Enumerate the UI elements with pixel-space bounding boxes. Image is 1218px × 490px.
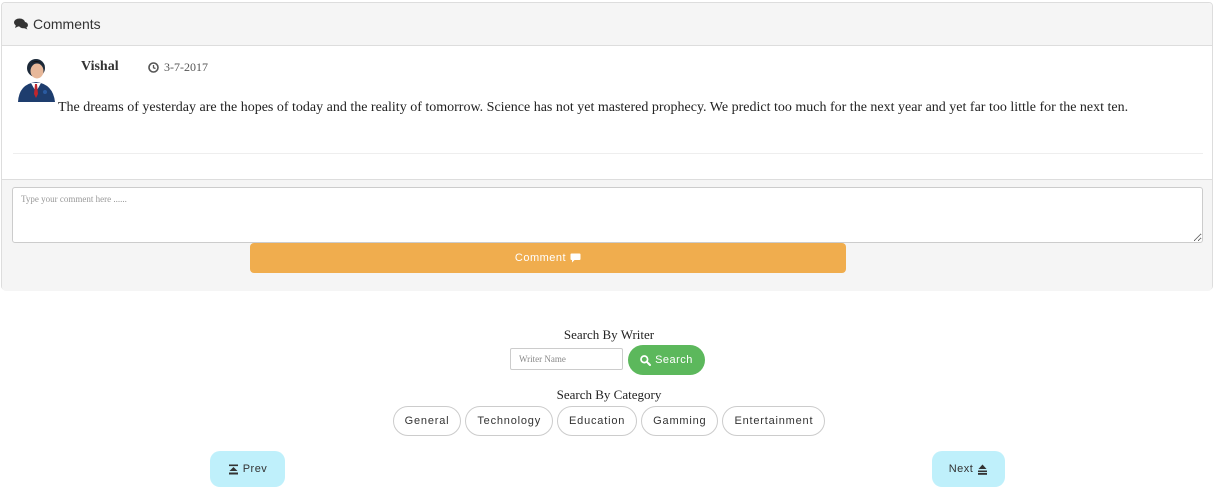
category-education[interactable]: Education <box>557 406 638 436</box>
panel-title: Comments <box>33 16 101 32</box>
writer-name-input[interactable] <box>510 348 623 370</box>
category-gamming[interactable]: Gamming <box>641 406 719 436</box>
search-icon <box>640 354 652 366</box>
category-general[interactable]: General <box>392 406 462 436</box>
comment-textarea[interactable] <box>12 187 1203 243</box>
avatar <box>18 59 55 102</box>
search-category-title: Search By Category <box>556 387 662 402</box>
comments-icon <box>14 18 28 30</box>
comment-author: Vishal <box>81 59 119 74</box>
comment-icon <box>570 253 581 263</box>
comment-text: The dreams of yesterday are the hopes of… <box>58 100 1129 115</box>
comment-form: Comment <box>2 179 1212 291</box>
comment-item: Vishal 3-7-2017 The dreams of yesterday … <box>2 46 1212 179</box>
eject-down-icon <box>228 464 238 474</box>
search-writer-title: Search By Writer <box>563 327 655 342</box>
category-technology[interactable]: Technology <box>465 406 554 436</box>
divider <box>13 153 1203 154</box>
category-list: General Technology Education Gamming Ent… <box>0 406 1218 436</box>
next-button-label: Next <box>948 463 974 475</box>
search-button-label: Search <box>655 354 693 366</box>
category-entertainment[interactable]: Entertainment <box>722 406 826 436</box>
comment-button-label: Comment <box>514 252 567 264</box>
clock-icon <box>148 62 159 73</box>
prev-button-label: Prev <box>242 463 268 475</box>
prev-button[interactable]: Prev <box>210 451 285 487</box>
panel-heading: Comments <box>2 3 1212 46</box>
comment-date: 3-7-2017 <box>148 60 208 75</box>
comments-panel: Comments Vishal 3-7-2017 The dreams of y… <box>1 2 1213 291</box>
next-button[interactable]: Next <box>932 451 1005 487</box>
search-button[interactable]: Search <box>628 345 705 375</box>
comment-button[interactable]: Comment <box>250 243 846 273</box>
comment-date-text: 3-7-2017 <box>164 60 208 74</box>
eject-icon <box>978 464 988 475</box>
